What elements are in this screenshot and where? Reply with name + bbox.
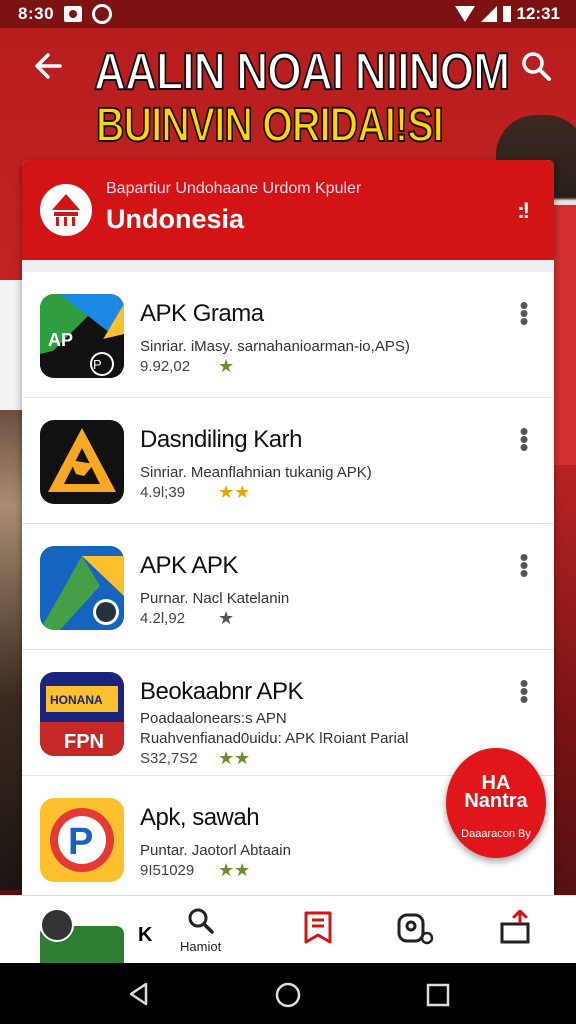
- app-meta: 9I51029: [140, 862, 195, 879]
- ministry-logo-icon: [40, 184, 92, 236]
- app-description: Purnar. Nacl Katelanin: [140, 590, 290, 607]
- app-name: APK Grama: [140, 300, 264, 327]
- skip-next-icon[interactable]: K: [138, 924, 152, 947]
- more-options-icon[interactable]: • • •: [518, 292, 530, 334]
- card-header: Bapartiur Undohaane Urdom Kpuler Undones…: [22, 160, 554, 260]
- rating-star-icon: ★★: [218, 482, 251, 502]
- sync-icon: [92, 4, 113, 24]
- search-icon: [188, 908, 214, 934]
- app-description: Puntar. Jaotorl Abtaain: [140, 842, 291, 859]
- status-bar: 8:30 12:31: [0, 0, 576, 28]
- app-meta: 4.9l;39: [140, 484, 186, 501]
- card-subtitle: Bapartiur Undohaane Urdom Kpuler: [106, 180, 362, 197]
- more-options-icon[interactable]: • • •: [518, 670, 530, 712]
- app-meta: 4.2l,92: [140, 610, 186, 627]
- notification-icon: [64, 6, 83, 22]
- bookmark-list-icon: [304, 911, 332, 944]
- bottom-navigation: K Hamiot: [0, 895, 576, 966]
- app-description: Sinriar. Meanflahnian tukanig APK): [140, 464, 372, 481]
- account-settings-icon: [397, 913, 434, 945]
- status-time: 8:30: [18, 4, 55, 23]
- app-name: Apk, sawah: [140, 804, 260, 831]
- status-clock: 12:31: [516, 4, 560, 23]
- dasndiling-karh-icon: [40, 420, 124, 504]
- app-meta: 9.92,02: [140, 358, 191, 375]
- nav-account[interactable]: [396, 912, 436, 949]
- app-list-item[interactable]: AP P APK Grama Sinriar. iMasy. sarnahani…: [22, 272, 554, 398]
- more-options-icon[interactable]: • • •: [518, 418, 530, 460]
- apk-grama-icon: AP P: [40, 294, 124, 378]
- svg-text:P: P: [68, 821, 93, 863]
- rating-star-icon: ★: [218, 608, 235, 628]
- back-arrow-icon[interactable]: [30, 48, 66, 84]
- svg-text:FPN: FPN: [64, 731, 104, 753]
- apk-sawah-icon: P: [40, 798, 124, 882]
- more-options-icon[interactable]: • • •: [518, 544, 530, 586]
- svg-text:HONANA: HONANA: [50, 693, 103, 707]
- svg-text:P: P: [93, 357, 102, 372]
- rating-star-icon: ★★: [218, 748, 251, 768]
- promo-fab-button[interactable]: HA Nantra Daaaracon By: [446, 748, 546, 858]
- battery-icon: [502, 6, 511, 22]
- rating-star-icon: ★: [218, 356, 235, 376]
- rating-star-icon: ★★: [218, 860, 251, 880]
- app-list-item[interactable]: Dasndiling Karh Sinriar. Meanflahnian tu…: [22, 398, 554, 524]
- nav-search[interactable]: Hamiot: [180, 906, 221, 954]
- system-recents-icon[interactable]: [426, 983, 450, 1007]
- system-navigation-bar: [0, 963, 576, 1024]
- card-menu-button[interactable]: :!: [517, 198, 530, 224]
- app-description: Poadaalonears:s APN: [140, 710, 287, 727]
- wifi-icon: [454, 6, 475, 22]
- fab-label-main: Nantra: [464, 790, 528, 812]
- app-list-item[interactable]: APK APK Purnar. Nacl Katelanin 4.2l,92 ★…: [22, 524, 554, 650]
- card-title: Undonesia: [106, 204, 245, 234]
- avatar[interactable]: [40, 908, 74, 942]
- nav-search-label: Hamiot: [180, 939, 222, 954]
- nav-upload[interactable]: [498, 908, 534, 949]
- upload-icon: [500, 908, 530, 944]
- divider: [22, 260, 554, 272]
- hero-title-line1: AALIN NOAI NIINOM: [93, 42, 511, 102]
- app-description: Sinriar. iMasy. sarnahanioarman-io,APS): [140, 338, 410, 355]
- hero-title-line2: BUINVIN ORIDAI!SI: [95, 98, 444, 153]
- system-home-icon[interactable]: [274, 981, 302, 1009]
- signal-icon: [480, 6, 497, 22]
- search-icon[interactable]: [518, 48, 554, 84]
- nav-library[interactable]: [302, 910, 334, 949]
- app-meta: S32,7S2: [140, 750, 198, 767]
- app-description-secondary: Ruahvenfianad0uidu: APK lRoiant Parial: [140, 730, 409, 747]
- app-name: APK APK: [140, 552, 238, 579]
- app-name: Beokaabnr APK: [140, 678, 303, 705]
- svg-text:AP: AP: [48, 330, 73, 350]
- system-back-icon[interactable]: [126, 981, 152, 1007]
- beokaabnr-apk-icon: HONANA FPN: [40, 672, 124, 756]
- apk-apk-icon: [40, 546, 124, 630]
- app-name: Dasndiling Karh: [140, 426, 302, 453]
- fab-caption: Daaaracon By: [461, 828, 531, 840]
